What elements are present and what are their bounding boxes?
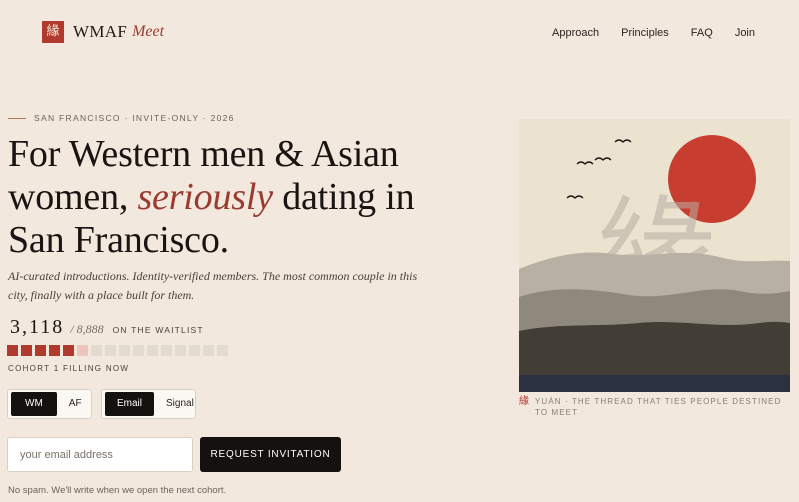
logo-mark: 緣	[42, 21, 64, 43]
nav-join[interactable]: Join	[735, 27, 755, 39]
nav-faq[interactable]: FAQ	[691, 27, 713, 39]
nav-principles[interactable]: Principles	[621, 27, 669, 39]
progress-cell	[147, 345, 158, 356]
request-invitation-button[interactable]: REQUEST INVITATION	[200, 437, 341, 472]
progress-cell	[77, 345, 88, 356]
eyebrow-text: SAN FRANCISCO · INVITE-ONLY · 2026	[34, 113, 235, 123]
sunset-illustration: 緣	[519, 119, 790, 392]
progress-cell	[63, 345, 74, 356]
toggle-option-wm[interactable]: WM	[11, 392, 57, 416]
footnote: No spam. We'll write when we open the ne…	[8, 485, 227, 496]
toggle-option-signal[interactable]: Signal	[154, 392, 206, 416]
waitlist-count: 3,118	[10, 316, 65, 338]
waitlist-label: ON THE WAITLIST	[112, 325, 204, 335]
waitlist-counter: 3,118 / 8,888 ON THE WAITLIST	[10, 316, 204, 339]
nav-approach[interactable]: Approach	[552, 27, 599, 39]
caption-text: YUÁN · THE THREAD THAT TIES PEOPLE DESTI…	[535, 397, 782, 417]
cohort-progress-bar	[7, 345, 228, 356]
caption-glyph: 緣	[519, 396, 529, 407]
progress-cell	[7, 345, 18, 356]
headline: For Western men & Asian women, seriously…	[8, 133, 478, 262]
email-input[interactable]	[7, 437, 193, 472]
toggle-option-af[interactable]: AF	[57, 392, 94, 416]
brand-sub: Meet	[132, 23, 165, 40]
progress-cell	[91, 345, 102, 356]
cohort-status: COHORT 1 FILLING NOW	[8, 364, 130, 373]
progress-cell	[133, 345, 144, 356]
progress-cell	[119, 345, 130, 356]
progress-cell	[105, 345, 116, 356]
progress-cell	[203, 345, 214, 356]
progress-cell	[35, 345, 46, 356]
eyebrow-rule	[8, 117, 26, 119]
progress-cell	[189, 345, 200, 356]
eyebrow: SAN FRANCISCO · INVITE-ONLY · 2026	[8, 113, 235, 123]
progress-cell	[161, 345, 172, 356]
waitlist-total: / 8,888	[70, 322, 104, 336]
progress-cell	[21, 345, 32, 356]
progress-cell	[217, 345, 228, 356]
toggle-option-email[interactable]: Email	[105, 392, 155, 416]
brand-name: WMAF	[73, 22, 128, 41]
progress-cell	[175, 345, 186, 356]
identity-toggle: WM AF	[7, 389, 92, 419]
contact-toggle: Email Signal	[101, 389, 196, 419]
water	[519, 375, 790, 392]
progress-cell	[49, 345, 60, 356]
art-caption: 緣 YUÁN · THE THREAD THAT TIES PEOPLE DES…	[519, 396, 785, 418]
subhead: AI-curated introductions. Identity-verif…	[8, 269, 418, 302]
headline-emphasis: seriously	[137, 176, 273, 218]
brand-logo[interactable]: 緣 WMAF Meet	[42, 21, 164, 43]
top-nav: Approach Principles FAQ Join	[552, 27, 755, 39]
